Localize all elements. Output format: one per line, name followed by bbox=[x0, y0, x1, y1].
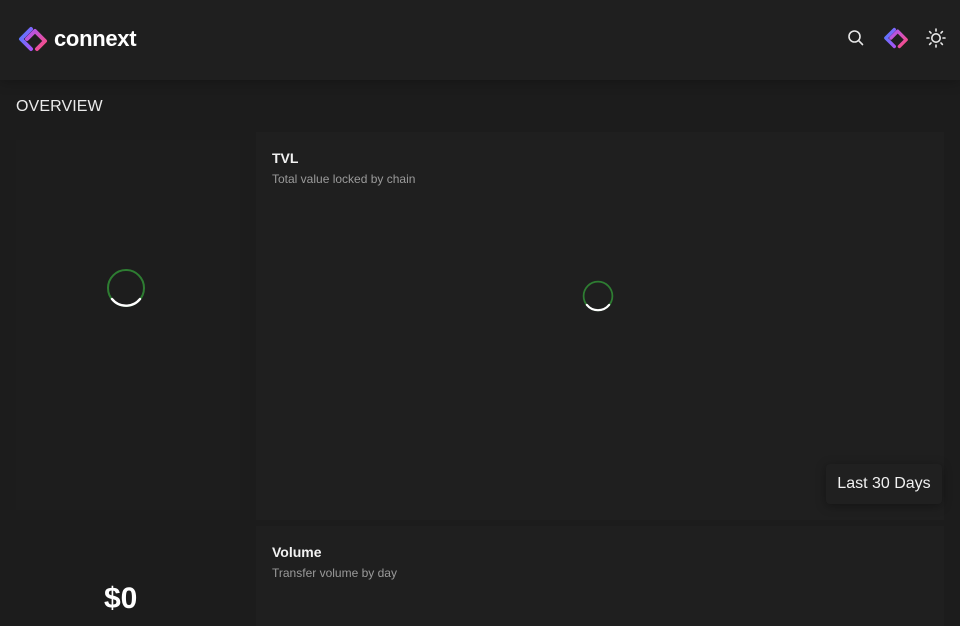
volume-card-title: Volume bbox=[272, 544, 322, 560]
header-actions bbox=[830, 26, 950, 54]
page-title: OVERVIEW bbox=[16, 98, 103, 115]
date-range-selector[interactable]: Last 30 Days bbox=[826, 464, 942, 504]
loading-spinner-icon bbox=[582, 280, 614, 312]
connext-app-icon bbox=[883, 27, 909, 54]
brand-logo[interactable]: connext bbox=[18, 26, 137, 52]
sun-icon bbox=[926, 27, 946, 53]
tvl-card-title: TVL bbox=[272, 150, 299, 166]
connext-logo-icon bbox=[18, 26, 48, 52]
connext-app-button[interactable] bbox=[882, 26, 910, 54]
search-icon bbox=[847, 29, 865, 52]
search-button[interactable] bbox=[842, 26, 870, 54]
volume-total-value: $0 bbox=[104, 582, 138, 615]
stats-panel bbox=[16, 140, 240, 510]
brand-name: connext bbox=[54, 26, 137, 51]
top-header: connext bbox=[0, 0, 960, 80]
loading-spinner-icon bbox=[107, 269, 145, 307]
tvl-card: TVL Total value locked by chain bbox=[256, 132, 944, 520]
volume-card: Volume Transfer volume by day bbox=[256, 526, 944, 626]
volume-card-subtitle: Transfer volume by day bbox=[272, 566, 397, 580]
tvl-card-subtitle: Total value locked by chain bbox=[272, 172, 416, 186]
theme-toggle-button[interactable] bbox=[922, 26, 950, 54]
